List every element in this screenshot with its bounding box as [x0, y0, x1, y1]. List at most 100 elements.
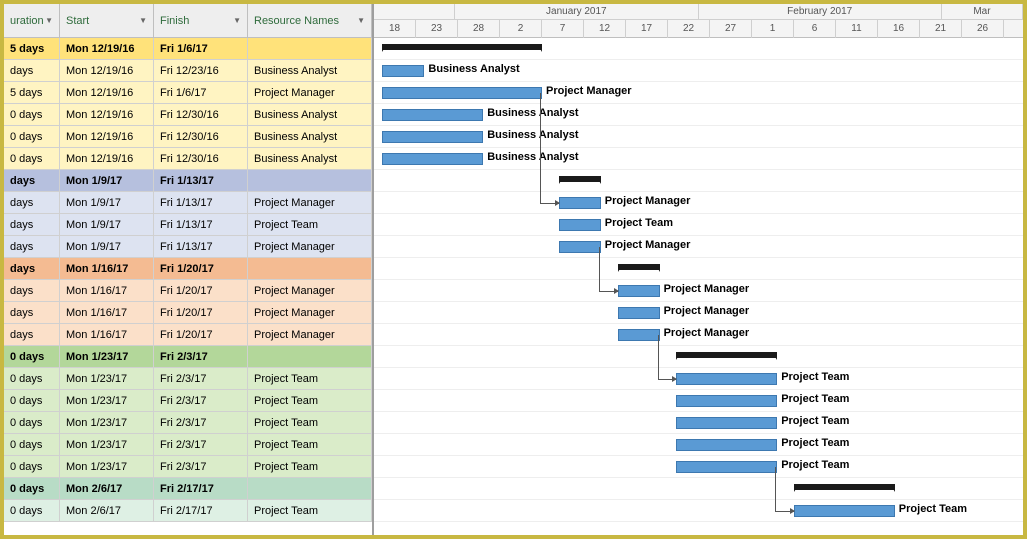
table-row[interactable]: 0 daysMon 1/23/17Fri 2/3/17Project Team [4, 390, 372, 412]
gantt-summary-bar[interactable] [559, 176, 601, 182]
cell-resource[interactable]: Business Analyst [248, 60, 372, 81]
table-row[interactable]: 0 daysMon 12/19/16Fri 12/30/16Business A… [4, 126, 372, 148]
cell-start[interactable]: Mon 1/23/17 [60, 390, 154, 411]
cell-finish[interactable]: Fri 2/3/17 [154, 412, 248, 433]
table-row[interactable]: 0 daysMon 1/23/17Fri 2/3/17Project Team [4, 434, 372, 456]
table-row[interactable]: daysMon 1/9/17Fri 1/13/17Project Team [4, 214, 372, 236]
cell-start[interactable]: Mon 1/16/17 [60, 324, 154, 345]
table-row[interactable]: daysMon 1/16/17Fri 1/20/17Project Manage… [4, 302, 372, 324]
cell-finish[interactable]: Fri 1/6/17 [154, 82, 248, 103]
chevron-down-icon[interactable]: ▼ [233, 16, 241, 25]
table-row[interactable]: daysMon 1/16/17Fri 1/20/17 [4, 258, 372, 280]
table-row[interactable]: 5 daysMon 12/19/16Fri 1/6/17Project Mana… [4, 82, 372, 104]
cell-resource[interactable]: Project Team [248, 500, 372, 521]
cell-resource[interactable] [248, 170, 372, 191]
table-row[interactable]: 0 daysMon 1/23/17Fri 2/3/17Project Team [4, 368, 372, 390]
cell-finish[interactable]: Fri 1/13/17 [154, 170, 248, 191]
cell-finish[interactable]: Fri 1/13/17 [154, 214, 248, 235]
cell-finish[interactable]: Fri 1/6/17 [154, 38, 248, 59]
cell-duration[interactable]: days [4, 324, 60, 345]
cell-finish[interactable]: Fri 12/23/16 [154, 60, 248, 81]
cell-finish[interactable]: Fri 2/3/17 [154, 368, 248, 389]
chevron-down-icon[interactable]: ▼ [45, 16, 53, 25]
cell-duration[interactable]: 5 days [4, 82, 60, 103]
gantt-task-bar[interactable] [794, 505, 895, 517]
cell-start[interactable]: Mon 1/16/17 [60, 258, 154, 279]
cell-resource[interactable]: Project Team [248, 412, 372, 433]
gantt-task-bar[interactable] [676, 461, 777, 473]
gantt-task-bar[interactable] [559, 197, 601, 209]
cell-start[interactable]: Mon 1/23/17 [60, 456, 154, 477]
cell-duration[interactable]: days [4, 192, 60, 213]
cell-duration[interactable]: 0 days [4, 500, 60, 521]
cell-duration[interactable]: 0 days [4, 390, 60, 411]
gantt-task-bar[interactable] [382, 65, 424, 77]
cell-duration[interactable]: 0 days [4, 412, 60, 433]
table-row[interactable]: daysMon 1/9/17Fri 1/13/17 [4, 170, 372, 192]
cell-finish[interactable]: Fri 2/3/17 [154, 390, 248, 411]
table-row[interactable]: daysMon 1/16/17Fri 1/20/17Project Manage… [4, 280, 372, 302]
cell-duration[interactable]: days [4, 60, 60, 81]
table-row[interactable]: daysMon 12/19/16Fri 12/23/16Business Ana… [4, 60, 372, 82]
gantt-task-bar[interactable] [676, 439, 777, 451]
col-header-duration[interactable]: uration ▼ [4, 4, 60, 37]
cell-start[interactable]: Mon 1/9/17 [60, 214, 154, 235]
cell-finish[interactable]: Fri 2/3/17 [154, 346, 248, 367]
gantt-task-bar[interactable] [618, 329, 660, 341]
cell-resource[interactable] [248, 38, 372, 59]
cell-start[interactable]: Mon 2/6/17 [60, 500, 154, 521]
cell-start[interactable]: Mon 12/19/16 [60, 148, 154, 169]
cell-start[interactable]: Mon 1/23/17 [60, 346, 154, 367]
table-row[interactable]: daysMon 1/9/17Fri 1/13/17Project Manager [4, 236, 372, 258]
cell-duration[interactable]: 0 days [4, 126, 60, 147]
gantt-body[interactable]: Business AnalystProject ManagerBusiness … [374, 38, 1023, 522]
cell-start[interactable]: Mon 1/9/17 [60, 192, 154, 213]
cell-resource[interactable] [248, 258, 372, 279]
cell-resource[interactable]: Project Manager [248, 82, 372, 103]
cell-duration[interactable]: 0 days [4, 368, 60, 389]
table-row[interactable]: 0 daysMon 1/23/17Fri 2/3/17Project Team [4, 412, 372, 434]
cell-duration[interactable]: 0 days [4, 104, 60, 125]
cell-start[interactable]: Mon 1/16/17 [60, 302, 154, 323]
cell-duration[interactable]: 0 days [4, 346, 60, 367]
cell-finish[interactable]: Fri 2/3/17 [154, 434, 248, 455]
cell-start[interactable]: Mon 12/19/16 [60, 60, 154, 81]
cell-duration[interactable]: days [4, 236, 60, 257]
cell-resource[interactable]: Business Analyst [248, 104, 372, 125]
cell-finish[interactable]: Fri 1/20/17 [154, 324, 248, 345]
cell-duration[interactable]: days [4, 258, 60, 279]
cell-start[interactable]: Mon 12/19/16 [60, 126, 154, 147]
cell-start[interactable]: Mon 12/19/16 [60, 38, 154, 59]
cell-duration[interactable]: 5 days [4, 38, 60, 59]
cell-start[interactable]: Mon 1/23/17 [60, 368, 154, 389]
cell-finish[interactable]: Fri 2/17/17 [154, 500, 248, 521]
cell-resource[interactable]: Project Manager [248, 324, 372, 345]
gantt-task-bar[interactable] [382, 87, 542, 99]
table-row[interactable]: 0 daysMon 1/23/17Fri 2/3/17Project Team [4, 456, 372, 478]
gantt-task-bar[interactable] [618, 307, 660, 319]
cell-start[interactable]: Mon 1/23/17 [60, 434, 154, 455]
cell-start[interactable]: Mon 1/23/17 [60, 412, 154, 433]
cell-start[interactable]: Mon 12/19/16 [60, 82, 154, 103]
chevron-down-icon[interactable]: ▼ [139, 16, 147, 25]
gantt-summary-bar[interactable] [618, 264, 660, 270]
table-row[interactable]: 0 daysMon 12/19/16Fri 12/30/16Business A… [4, 104, 372, 126]
cell-start[interactable]: Mon 12/19/16 [60, 104, 154, 125]
cell-duration[interactable]: 0 days [4, 478, 60, 499]
cell-resource[interactable]: Project Team [248, 390, 372, 411]
table-row[interactable]: 0 daysMon 1/23/17Fri 2/3/17 [4, 346, 372, 368]
col-header-resource[interactable]: Resource Names ▼ [248, 4, 372, 37]
chevron-down-icon[interactable]: ▼ [357, 16, 365, 25]
gantt-task-bar[interactable] [382, 153, 483, 165]
gantt-summary-bar[interactable] [382, 44, 542, 50]
table-row[interactable]: 0 daysMon 12/19/16Fri 12/30/16Business A… [4, 148, 372, 170]
gantt-summary-bar[interactable] [794, 484, 895, 490]
cell-duration[interactable]: days [4, 302, 60, 323]
gantt-task-bar[interactable] [676, 395, 777, 407]
cell-finish[interactable]: Fri 1/20/17 [154, 258, 248, 279]
col-header-finish[interactable]: Finish ▼ [154, 4, 248, 37]
cell-duration[interactable]: 0 days [4, 456, 60, 477]
cell-start[interactable]: Mon 1/16/17 [60, 280, 154, 301]
gantt-task-bar[interactable] [618, 285, 660, 297]
cell-finish[interactable]: Fri 1/20/17 [154, 280, 248, 301]
